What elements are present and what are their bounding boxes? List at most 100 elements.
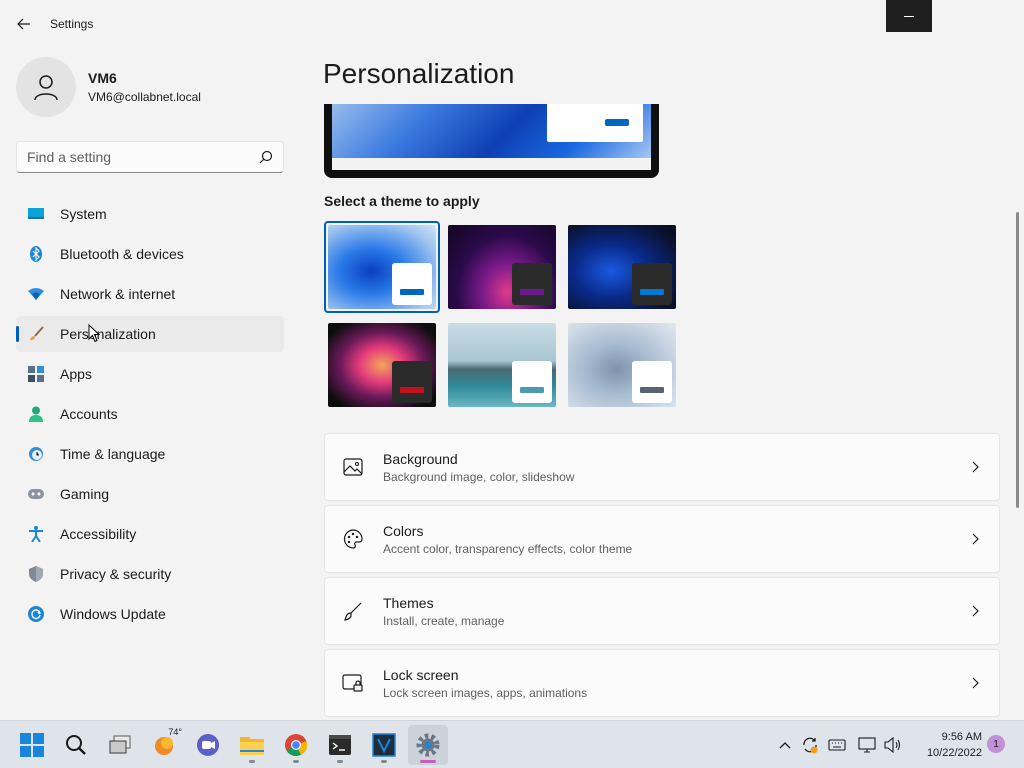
avatar (16, 57, 76, 117)
paintbrush-icon (28, 326, 44, 342)
chat-icon (197, 734, 219, 756)
arrow-left-icon (17, 18, 30, 30)
network-monitor-icon (858, 737, 876, 753)
profile-name: VM6 (88, 70, 117, 86)
chevron-right-icon (967, 675, 983, 691)
background-card[interactable]: Background Background image, color, slid… (324, 433, 1000, 501)
theme-glow[interactable] (444, 221, 560, 313)
theme-section-label: Select a theme to apply (324, 193, 480, 209)
lock-screen-card[interactable]: Lock screen Lock screen images, apps, an… (324, 649, 1000, 717)
sidebar-item-privacy[interactable]: Privacy & security (16, 556, 284, 592)
chevron-right-icon (967, 603, 983, 619)
task-view-icon (109, 735, 131, 754)
sidebar-item-personalization[interactable]: Personalization (16, 316, 284, 352)
teams-chat-button[interactable] (188, 725, 228, 765)
search-box[interactable] (16, 141, 284, 173)
card-title: Background (383, 450, 458, 467)
back-button[interactable] (10, 12, 38, 36)
card-title: Themes (383, 594, 434, 611)
sidebar-item-label: Accessibility (60, 526, 137, 542)
app-title: Settings (50, 17, 94, 31)
mouse-cursor-icon (88, 324, 100, 343)
minimize-icon (904, 15, 914, 17)
sidebar-item-label: Apps (60, 366, 92, 382)
network-tray-button[interactable] (856, 721, 878, 768)
content-scroll-area: Select a theme to apply Background Backg… (300, 104, 1016, 720)
volume-tray-button[interactable] (882, 721, 904, 768)
search-input[interactable] (27, 149, 259, 165)
colors-card[interactable]: Colors Accent color, transparency effect… (324, 505, 1000, 573)
input-method-button[interactable] (826, 721, 848, 768)
sidebar-nav: System Bluetooth & devices Network & int… (16, 196, 284, 636)
settings-app-button[interactable] (408, 725, 448, 765)
taskbar-search-button[interactable] (56, 725, 96, 765)
task-view-button[interactable] (100, 725, 140, 765)
sidebar-item-system[interactable]: System (16, 196, 284, 232)
gear-icon (416, 733, 440, 757)
card-title: Lock screen (383, 666, 459, 683)
sidebar-item-label: Personalization (60, 326, 156, 342)
monitor-icon (28, 206, 44, 222)
sidebar-item-apps[interactable]: Apps (16, 356, 284, 392)
sidebar-item-label: Time & language (60, 446, 166, 462)
theme-windows-dark[interactable] (564, 221, 680, 313)
weather-widget[interactable]: 74° (144, 725, 184, 765)
taskbar: 74° 9:56 AM 10/22/2022 (0, 720, 1024, 768)
profile-email: VM6@collabnet.local (88, 90, 201, 104)
keyboard-icon (828, 739, 846, 751)
file-explorer-button[interactable] (232, 725, 272, 765)
accessibility-icon (28, 526, 44, 542)
chrome-button[interactable] (276, 725, 316, 765)
clock-date: 10/22/2022 (926, 747, 982, 759)
windows-logo-icon (20, 733, 44, 757)
theme-windows-light[interactable] (324, 221, 440, 313)
theme-sunrise[interactable] (444, 319, 560, 411)
vscode-icon (372, 733, 396, 757)
sidebar-item-bluetooth[interactable]: Bluetooth & devices (16, 236, 284, 272)
search-icon (66, 735, 86, 755)
preview-wallpaper (332, 104, 651, 170)
start-button[interactable] (12, 725, 52, 765)
card-subtitle: Background image, color, slideshow (383, 469, 575, 484)
terminal-button[interactable] (320, 725, 360, 765)
sidebar-item-accessibility[interactable]: Accessibility (16, 516, 284, 552)
taskbar-clock[interactable]: 9:56 AM 10/22/2022 (912, 729, 982, 761)
themes-card[interactable]: Themes Install, create, manage (324, 577, 1000, 645)
card-subtitle: Install, create, manage (383, 613, 505, 628)
lock-screen-icon (341, 671, 365, 695)
content-scrollbar[interactable] (1016, 212, 1019, 508)
weather-temperature: 74° (168, 727, 182, 737)
card-subtitle: Accent color, transparency effects, colo… (383, 541, 633, 556)
sidebar-item-gaming[interactable]: Gaming (16, 476, 284, 512)
clock-time: 9:56 AM (941, 731, 982, 743)
theme-captured-motion[interactable] (324, 319, 440, 411)
image-icon (341, 455, 365, 479)
page-title: Personalization (323, 58, 515, 89)
sidebar-item-windows-update[interactable]: Windows Update (16, 596, 284, 632)
minimize-button[interactable] (886, 0, 932, 32)
sidebar-item-label: Bluetooth & devices (60, 246, 184, 262)
search-icon[interactable] (259, 150, 273, 164)
theme-flow[interactable] (564, 319, 680, 411)
person-icon (34, 75, 58, 101)
chevron-right-icon (967, 459, 983, 475)
show-hidden-icons-button[interactable] (776, 721, 794, 768)
preview-taskbar (332, 158, 651, 170)
sidebar-item-network[interactable]: Network & internet (16, 276, 284, 312)
folder-icon (240, 737, 264, 755)
notification-badge[interactable]: 1 (987, 735, 1005, 753)
sidebar-item-accounts[interactable]: Accounts (16, 396, 284, 432)
account-icon (28, 406, 44, 422)
user-profile[interactable]: VM6 VM6@collabnet.local (16, 56, 201, 118)
sidebar-item-time-language[interactable]: Time & language (16, 436, 284, 472)
chevron-right-icon (967, 531, 983, 547)
gamepad-icon (28, 486, 44, 502)
sync-tray-button[interactable] (800, 721, 820, 768)
sidebar-item-label: Gaming (60, 486, 110, 502)
vscode-button[interactable] (364, 725, 404, 765)
chrome-icon (285, 734, 308, 756)
brush-icon (341, 599, 365, 623)
card-title: Colors (383, 522, 424, 539)
title-bar: Settings (0, 0, 1024, 48)
card-subtitle: Lock screen images, apps, animations (383, 685, 588, 700)
